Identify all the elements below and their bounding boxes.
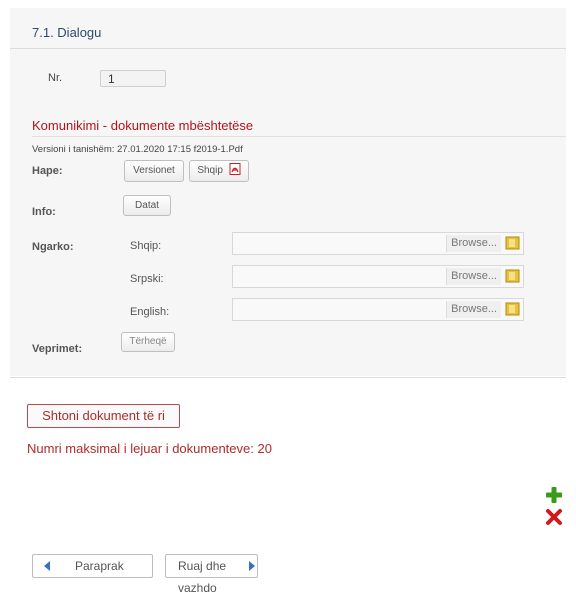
arrow-left-icon <box>44 561 50 571</box>
section-divider <box>32 136 566 137</box>
pdf-icon <box>229 163 241 175</box>
open-label: Hape: <box>32 165 63 177</box>
x-icon[interactable] <box>545 508 563 526</box>
prev-button[interactable]: Paraprak <box>32 554 153 578</box>
current-version-text: Versioni i tanishëm: 27.01.2020 17:15 f2… <box>32 144 243 155</box>
withdraw-button-label: Tërheqë <box>129 336 167 347</box>
prev-button-label: Paraprak <box>75 559 124 573</box>
max-documents-text: Numri maksimal i lejuar i dokumenteve: 2… <box>27 441 272 456</box>
panel-title: 7.1. Dialogu <box>32 25 102 40</box>
upload-srpski-input[interactable]: Browse... <box>232 265 524 288</box>
add-document-label: Shtoni dokument të ri <box>42 408 165 423</box>
upload-language-english: English: <box>130 306 170 318</box>
versions-button-label: Versionet <box>133 165 175 176</box>
actions-label: Veprimet: <box>32 343 83 355</box>
save-continue-label: Ruaj dhe vazhdo <box>178 559 227 595</box>
folder-icon[interactable] <box>505 269 520 283</box>
panel-divider <box>10 377 566 378</box>
arrow-right-icon <box>249 561 255 571</box>
browse-button-english[interactable]: Browse... <box>446 301 501 318</box>
browse-button-shqip[interactable]: Browse... <box>446 235 501 252</box>
withdraw-button[interactable]: Tërheqë <box>121 332 175 352</box>
versions-button[interactable]: Versionet <box>124 160 184 182</box>
folder-icon[interactable] <box>505 302 520 316</box>
info-label: Info: <box>32 206 56 218</box>
folder-icon[interactable] <box>505 236 520 250</box>
nr-label: Nr. <box>48 72 63 84</box>
panel-header: 7.1. Dialogu <box>10 8 566 49</box>
upload-english-input[interactable]: Browse... <box>232 298 524 321</box>
shqip-button-label: Shqip <box>197 165 223 176</box>
upload-language-srpski: Srpski: <box>130 273 164 285</box>
upload-language-shqip: Shqip: <box>130 240 162 252</box>
save-continue-button[interactable]: Ruaj dhe vazhdo <box>165 554 258 595</box>
dates-button[interactable]: Datat <box>123 195 171 216</box>
open-shqip-button[interactable]: Shqip <box>189 160 249 182</box>
browse-button-srpski[interactable]: Browse... <box>446 268 501 285</box>
upload-label: Ngarko: <box>32 241 74 253</box>
nr-field[interactable]: 1 <box>100 70 166 87</box>
add-document-button[interactable]: Shtoni dokument të ri <box>27 404 180 428</box>
document-panel: 7.1. Dialogu Nr. 1 Komunikimi - dokument… <box>10 8 566 376</box>
dates-button-label: Datat <box>135 200 159 211</box>
plus-icon[interactable] <box>545 486 563 504</box>
section-title: Komunikimi - dokumente mbështetëse <box>32 118 254 133</box>
upload-shqip-input[interactable]: Browse... <box>232 232 524 255</box>
